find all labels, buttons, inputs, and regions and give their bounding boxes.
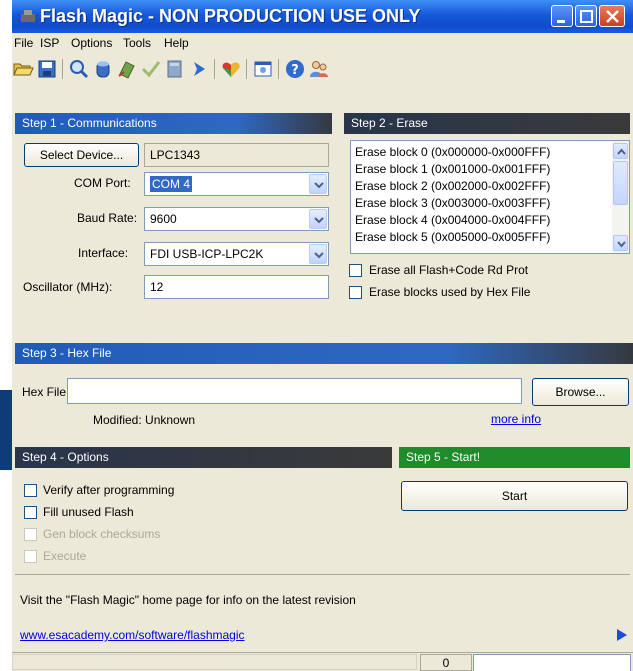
menu-bar: File ISP Options Tools Help — [12, 33, 633, 53]
gen-checksums-label: Gen block checksums — [43, 527, 161, 541]
arrow-right-icon[interactable] — [616, 628, 628, 642]
step3-header: Step 3 - Hex File — [15, 343, 633, 364]
title-bar[interactable]: Flash Magic - NON PRODUCTION USE ONLY — [12, 0, 633, 33]
minimize-button[interactable] — [551, 5, 573, 27]
com-port-select[interactable]: COM 4 — [144, 172, 329, 196]
com-port-label: COM Port: — [74, 176, 131, 190]
fill-unused-label: Fill unused Flash — [43, 505, 134, 519]
step1-header: Step 1 - Communications — [15, 113, 332, 134]
help-icon[interactable]: ? — [284, 58, 306, 80]
chevron-down-icon[interactable] — [309, 209, 327, 229]
heart-icon[interactable] — [220, 58, 242, 80]
baud-rate-select[interactable]: 9600 — [144, 207, 329, 231]
list-item[interactable]: Erase block 2 (0x002000-0x002FFF) — [355, 180, 550, 192]
toolbar: ? — [12, 54, 633, 84]
website-link[interactable]: www.esacademy.com/software/flashmagic — [20, 628, 245, 642]
search-icon[interactable] — [68, 58, 90, 80]
oscillator-label: Oscillator (MHz): — [23, 280, 113, 294]
list-item[interactable]: Erase block 0 (0x000000-0x000FFF) — [355, 146, 550, 158]
erase-list-scrollbar[interactable] — [612, 141, 629, 253]
book-icon[interactable] — [164, 58, 186, 80]
execute-checkbox — [24, 550, 37, 563]
app-window: Flash Magic - NON PRODUCTION USE ONLY Fi… — [12, 0, 633, 671]
erase-hex-checkbox[interactable] — [349, 286, 362, 299]
erase-all-label: Erase all Flash+Code Rd Prot — [369, 263, 529, 277]
verify-label: Verify after programming — [43, 483, 175, 497]
chevron-down-icon[interactable] — [309, 174, 327, 194]
more-info-link[interactable]: more info — [491, 412, 541, 426]
scroll-down-button[interactable] — [613, 235, 628, 251]
step2-header: Step 2 - Erase — [344, 113, 630, 134]
baud-rate-value: 9600 — [150, 212, 177, 226]
oscillator-input[interactable]: 12 — [144, 275, 329, 299]
toolbar-separator — [246, 59, 247, 79]
gen-checksums-checkbox — [24, 528, 37, 541]
app-icon — [18, 10, 38, 22]
list-item[interactable]: Erase block 4 (0x004000-0x004FFF) — [355, 214, 550, 226]
scroll-up-button[interactable] — [613, 143, 628, 159]
scroll-thumb[interactable] — [613, 161, 628, 205]
minimize-icon — [557, 20, 565, 23]
svg-text:?: ? — [291, 63, 299, 78]
status-pane — [12, 654, 417, 670]
footer-info: Visit the "Flash Magic" home page for in… — [20, 593, 356, 607]
terminal-icon[interactable] — [252, 58, 274, 80]
menu-options[interactable]: Options — [71, 36, 112, 50]
chevron-down-icon[interactable] — [309, 244, 327, 264]
erase-hex-label: Erase blocks used by Hex File — [369, 285, 531, 299]
erase-block-list[interactable]: Erase block 0 (0x000000-0x000FFF) Erase … — [350, 140, 630, 254]
status-bar: 0 — [12, 652, 633, 671]
browse-button[interactable]: Browse... — [532, 378, 629, 406]
toolbar-separator — [278, 59, 279, 79]
interface-select[interactable]: FDI USB-ICP-LPC2K — [144, 242, 329, 266]
modified-status: Modified: Unknown — [93, 413, 196, 427]
maximize-icon — [580, 10, 593, 23]
erase-all-checkbox[interactable] — [349, 264, 362, 277]
start-button[interactable]: Start — [401, 481, 628, 511]
interface-label: Interface: — [78, 246, 129, 260]
com-port-value: COM 4 — [150, 176, 193, 192]
hex-file-label: Hex File: — [22, 385, 70, 399]
close-icon — [606, 10, 619, 23]
chevron-up-icon — [617, 148, 626, 155]
verify-checkbox[interactable] — [24, 484, 37, 497]
menu-isp[interactable]: ISP — [40, 36, 59, 50]
select-device-button[interactable]: Select Device... — [24, 143, 139, 167]
database-icon[interactable] — [92, 58, 114, 80]
save-icon[interactable] — [36, 58, 58, 80]
device-name-field: LPC1343 — [144, 143, 329, 167]
toolbar-separator — [62, 59, 63, 79]
menu-file[interactable]: File — [14, 36, 33, 50]
menu-tools[interactable]: Tools — [123, 36, 151, 50]
divider — [15, 574, 630, 575]
execute-label: Execute — [43, 549, 87, 563]
fill-unused-checkbox[interactable] — [24, 506, 37, 519]
window-title: Flash Magic - NON PRODUCTION USE ONLY — [40, 6, 421, 26]
baud-rate-label: Baud Rate: — [77, 211, 138, 225]
erase-icon[interactable] — [116, 58, 138, 80]
list-item[interactable]: Erase block 3 (0x003000-0x003FFF) — [355, 197, 550, 209]
toolbar-separator — [214, 59, 215, 79]
maximize-button[interactable] — [575, 5, 597, 27]
hex-file-input[interactable] — [67, 378, 522, 404]
close-button[interactable] — [599, 5, 625, 27]
users-icon[interactable] — [308, 58, 330, 80]
run-icon[interactable] — [188, 58, 210, 80]
open-icon[interactable] — [12, 58, 34, 80]
step4-header: Step 4 - Options — [15, 447, 392, 468]
interface-value: FDI USB-ICP-LPC2K — [150, 247, 264, 261]
list-item[interactable]: Erase block 1 (0x001000-0x001FFF) — [355, 163, 550, 175]
step5-header: Step 5 - Start! — [399, 447, 630, 468]
menu-help[interactable]: Help — [164, 36, 189, 50]
progress-bar — [473, 654, 631, 671]
list-item[interactable]: Erase block 5 (0x005000-0x005FFF) — [355, 231, 550, 243]
chevron-down-icon — [617, 241, 626, 248]
check-icon[interactable] — [140, 58, 162, 80]
progress-counter: 0 — [420, 654, 472, 671]
